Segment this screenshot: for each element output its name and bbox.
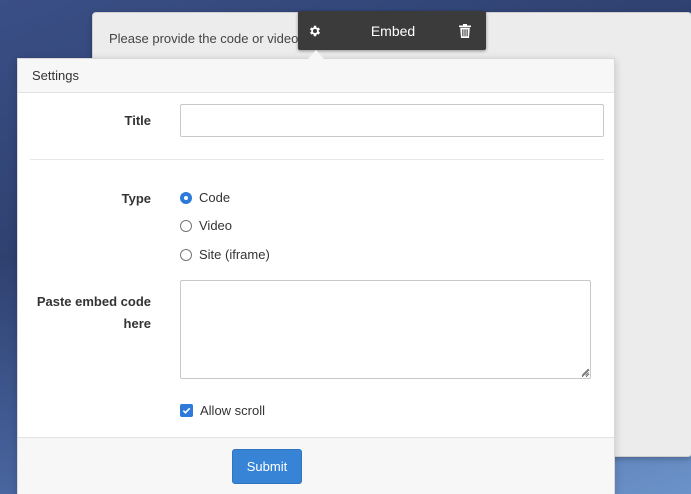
embed-code-label: Paste embed code here: [28, 291, 151, 335]
type-option-video[interactable]: Video: [180, 218, 232, 233]
embed-code-textarea[interactable]: [180, 280, 591, 379]
type-label: Type: [121, 191, 151, 206]
allow-scroll-checkbox[interactable]: [180, 404, 193, 417]
radio-code[interactable]: [180, 191, 192, 204]
toolbar-pointer: [308, 50, 324, 59]
submit-button[interactable]: Submit: [232, 449, 302, 484]
radio-site[interactable]: [180, 248, 192, 261]
settings-header: Settings: [18, 59, 614, 93]
delete-button[interactable]: [454, 11, 476, 50]
settings-footer: Submit: [18, 437, 614, 494]
trash-icon: [459, 23, 471, 38]
divider: [30, 159, 604, 160]
radio-video[interactable]: [180, 219, 192, 232]
type-option-code[interactable]: Code: [180, 190, 230, 205]
gear-icon: [309, 25, 321, 36]
type-option-label: Site (iframe): [199, 247, 270, 262]
title-input[interactable]: [180, 104, 604, 137]
allow-scroll-option[interactable]: Allow scroll: [180, 403, 265, 418]
checkmark-icon: [182, 407, 191, 414]
embed-toolbar: Embed: [298, 11, 486, 50]
settings-button[interactable]: [304, 11, 326, 50]
allow-scroll-label: Allow scroll: [200, 403, 266, 418]
settings-panel: Settings Title Type Code Video Site (ifr…: [17, 58, 615, 494]
embed-code-label-line2: here: [123, 316, 151, 331]
type-option-site[interactable]: Site (iframe): [180, 247, 270, 262]
embed-code-label-line1: Paste embed code: [36, 294, 151, 309]
type-option-label: Code: [199, 190, 231, 205]
type-option-label: Video: [199, 218, 233, 233]
title-label: Title: [124, 113, 152, 128]
